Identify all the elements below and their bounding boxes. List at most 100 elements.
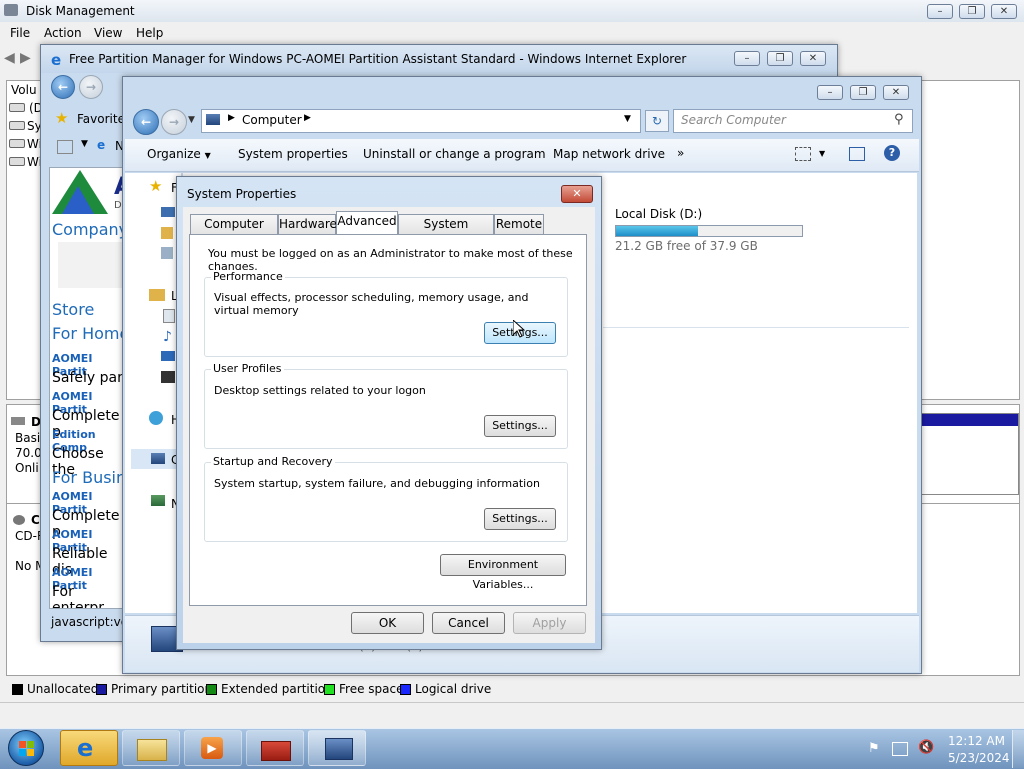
address-dropdown-icon[interactable]: ▼ (624, 114, 631, 124)
downloads-icon (161, 227, 173, 239)
nav-for-business[interactable]: For Busin (52, 468, 126, 487)
toolbox-icon (261, 741, 291, 761)
libraries-icon (149, 289, 165, 301)
disk-management-titlebar[interactable]: Disk Management – ❐ ✕ (0, 0, 1024, 22)
view-options-chevron-icon[interactable]: ▼ (819, 149, 825, 158)
status-bar (0, 702, 1024, 727)
product-desc: Safely part (52, 370, 129, 386)
environment-variables-button[interactable]: Environment Variables... (440, 554, 566, 591)
star-icon: ★ (55, 109, 69, 127)
tab-advanced[interactable]: Advanced (336, 211, 398, 235)
cancel-button[interactable]: Cancel (432, 612, 505, 634)
local-disk-name[interactable]: Local Disk (D:) (615, 207, 702, 221)
recent-pages-chevron-icon[interactable]: ▼ (188, 115, 195, 125)
explorer-forward-button[interactable]: → (161, 109, 187, 135)
startup-recovery-desc: System startup, system failure, and debu… (214, 477, 540, 490)
tab-system-protection[interactable]: System Protection (398, 214, 494, 249)
explorer-maximize-button[interactable]: ❐ (850, 85, 876, 100)
ie-close-button[interactable]: ✕ (800, 51, 826, 66)
nav-company[interactable]: Company (52, 220, 128, 239)
help-icon[interactable]: ? (884, 145, 900, 161)
tab-hardware[interactable]: Hardware (278, 214, 337, 234)
view-options-icon[interactable] (795, 147, 811, 161)
favorites-star-icon: ★ (149, 177, 163, 195)
start-button[interactable] (8, 730, 44, 766)
flag-icon[interactable]: ⚑ (868, 741, 880, 756)
map-network-drive-button[interactable]: Map network drive (553, 147, 665, 161)
search-input[interactable]: Search Computer (681, 113, 786, 127)
recent-places-icon (161, 247, 173, 259)
taskbar-explorer-button[interactable] (122, 730, 180, 766)
back-arrow-icon[interactable]: ◀ (4, 50, 15, 66)
taskbar-system-button[interactable] (308, 730, 366, 766)
breadcrumb-computer[interactable]: Computer (242, 113, 302, 127)
ie-minimize-button[interactable]: – (734, 51, 760, 66)
command-bar: Organize ▼ System properties Uninstall o… (125, 139, 919, 172)
taskbar-media-player-button[interactable]: ▶ (184, 730, 242, 766)
tab-remote[interactable]: Remote (494, 214, 544, 234)
performance-group: Performance Visual effects, processor sc… (204, 270, 568, 357)
explorer-titlebar[interactable] (123, 77, 921, 103)
volume-muted-icon[interactable]: 🔇 (918, 740, 934, 755)
search-icon[interactable]: ⚲ (894, 112, 904, 127)
menu-help[interactable]: Help (136, 26, 163, 40)
menu-view[interactable]: View (94, 26, 122, 40)
taskbar-toolbox-button[interactable] (246, 730, 304, 766)
system-properties-button[interactable]: System properties (238, 147, 348, 161)
show-desktop-button[interactable] (1012, 730, 1024, 768)
windows-logo-icon (27, 741, 34, 748)
nav-for-home[interactable]: For Home (52, 324, 129, 343)
navigation-pane: ★ F L ♪ H C N (125, 173, 181, 613)
disk-icon (11, 417, 25, 425)
clock-date[interactable]: 5/23/2024 (948, 751, 1010, 765)
organize-button[interactable]: Organize ▼ (147, 147, 211, 161)
forward-arrow-icon[interactable]: ▶ (20, 50, 31, 66)
legend-item: Logical drive (400, 682, 491, 696)
more-commands-button[interactable]: » (677, 146, 684, 160)
close-button[interactable]: ✕ (991, 4, 1017, 19)
preview-pane-icon[interactable] (849, 147, 865, 161)
search-box[interactable]: Search Computer ⚲ (673, 109, 913, 133)
tab-computer-name[interactable]: Computer Name (190, 214, 278, 249)
pictures-icon (161, 351, 175, 361)
nav-store[interactable]: Store (52, 300, 94, 319)
disk0-status: Onli (15, 461, 39, 475)
minimize-button[interactable]: – (927, 4, 953, 19)
network-tray-icon[interactable] (892, 742, 908, 756)
music-icon: ♪ (163, 329, 172, 345)
partition-block[interactable] (921, 413, 1019, 495)
explorer-minimize-button[interactable]: – (817, 85, 843, 100)
product-desc: For enterpr (52, 584, 104, 609)
uninstall-program-button[interactable]: Uninstall or change a program (363, 147, 546, 161)
refresh-icon[interactable]: ↻ (645, 110, 669, 132)
user-profiles-label: User Profiles (211, 362, 284, 375)
address-bar[interactable]: ▶ Computer ▶ ▼ (201, 109, 641, 133)
ie-forward-button[interactable]: → (79, 75, 103, 99)
performance-label: Performance (211, 270, 285, 283)
user-profiles-settings-button[interactable]: Settings... (484, 415, 556, 437)
explorer-close-button[interactable]: ✕ (883, 85, 909, 100)
startup-recovery-settings-button[interactable]: Settings... (484, 508, 556, 530)
dialog-close-button[interactable]: ✕ (561, 185, 593, 203)
breadcrumb-arrow-icon[interactable]: ▶ (228, 113, 235, 123)
quick-tabs-icon[interactable] (57, 140, 73, 154)
drive-icon (9, 157, 25, 166)
menu-file[interactable]: File (10, 26, 30, 40)
explorer-back-button[interactable]: ← (133, 109, 159, 135)
breadcrumb-arrow-icon[interactable]: ▶ (304, 113, 311, 123)
windows-logo-icon (19, 741, 26, 748)
menu-action[interactable]: Action (44, 26, 82, 40)
chevron-down-icon[interactable]: ▼ (81, 139, 88, 149)
drive-icon (9, 103, 25, 112)
ie-titlebar[interactable]: e Free Partition Manager for Windows PC-… (41, 45, 837, 73)
taskbar-ie-button[interactable]: e (60, 730, 118, 766)
ok-button[interactable]: OK (351, 612, 424, 634)
apply-button[interactable]: Apply (513, 612, 586, 634)
maximize-button[interactable]: ❐ (959, 4, 985, 19)
volume-column-header[interactable]: Volu (11, 83, 37, 97)
ie-back-button[interactable]: ← (51, 75, 75, 99)
user-profiles-desc: Desktop settings related to your logon (214, 384, 426, 397)
legend-item: Free space (324, 682, 403, 696)
ie-maximize-button[interactable]: ❐ (767, 51, 793, 66)
clock-time[interactable]: 12:12 AM (948, 734, 1005, 748)
